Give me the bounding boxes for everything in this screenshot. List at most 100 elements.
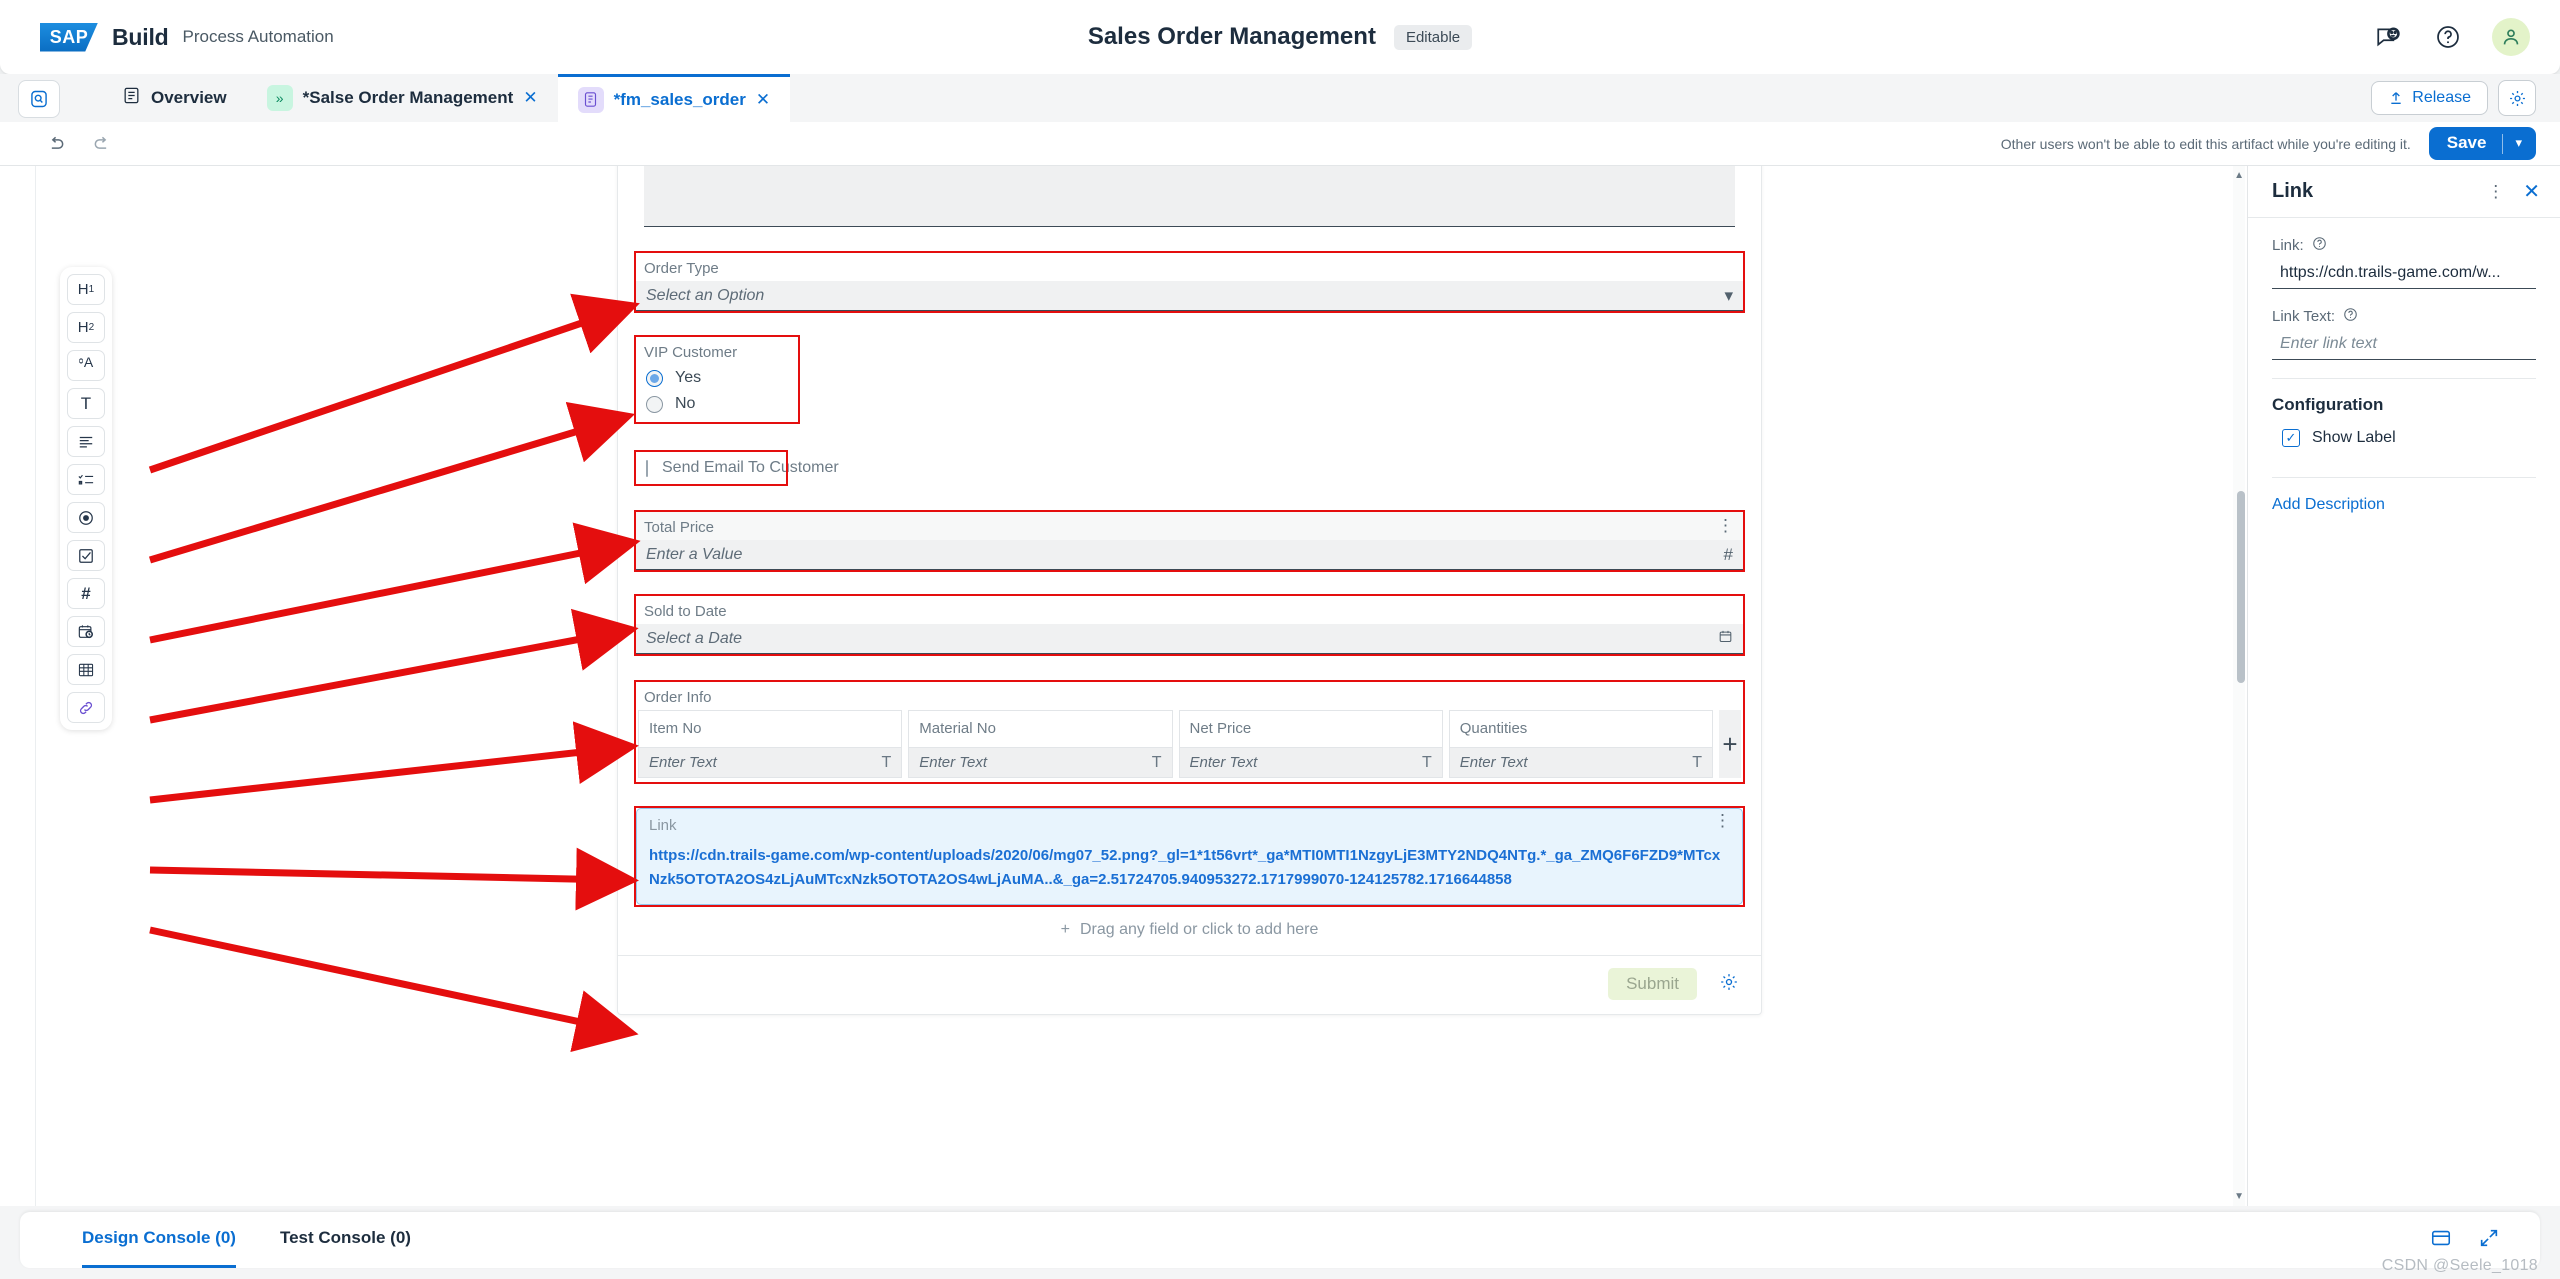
table-column-net-price[interactable]: Net Price Enter Text T [1178,710,1443,778]
more-options-icon[interactable]: ⋮ [1717,512,1743,534]
field-total-price-input[interactable]: Enter a Value # [636,540,1743,570]
tab-close-icon[interactable]: ✕ [756,90,770,110]
scroll-up-icon[interactable]: ▲ [2234,170,2244,181]
configuration-title: Configuration [2272,395,2384,414]
field-order-info-table[interactable]: Order Info Item No Enter Text T Material… [634,680,1745,784]
brand[interactable]: SAP Build Process Automation [0,22,334,52]
tab-salse-order-management[interactable]: » *Salse Order Management ✕ [247,74,558,122]
table-column-quantities-header: Quantities [1459,720,1528,737]
avatar[interactable] [2492,18,2530,56]
paragraph-icon[interactable]: ᭜A [67,350,105,381]
submit-button[interactable]: Submit [1608,968,1697,1000]
heading-2-icon[interactable]: H2 [67,312,105,343]
help-circle-icon[interactable] [2343,307,2358,326]
release-button[interactable]: Release [2371,81,2488,115]
tab-overview-label: Overview [151,88,227,107]
field-order-type-input[interactable]: Select an Option ▾ [636,281,1743,311]
form-footer: Submit [618,955,1761,1014]
radio-selected-icon[interactable] [646,369,663,387]
table-field-icon[interactable] [67,654,105,685]
tab-close-icon[interactable]: ✕ [523,88,537,108]
radio-option-no[interactable]: No [636,391,798,422]
tab-overview[interactable]: Overview [102,74,247,122]
calendar-icon[interactable] [1718,629,1733,649]
tab-bar: Overview » *Salse Order Management ✕ *fm… [0,74,2560,122]
canvas-left-rail [0,166,36,1206]
product-name: Build [112,23,169,50]
save-button-group[interactable]: Save ▾ [2428,127,2536,160]
feedback-icon[interactable] [2372,21,2404,53]
field-link-widget-outline: Link ⋮ https://cdn.trails-game.com/wp-co… [634,806,1745,907]
tab-bar-actions: Release [2371,80,2560,122]
gear-icon[interactable] [1719,972,1739,997]
undo-redo-group [0,130,116,158]
table-cell-item-no[interactable]: Enter Text T [639,747,902,777]
tab-test-console[interactable]: Test Console (0) [258,1212,433,1268]
canvas-scroll-thumb[interactable] [2237,491,2245,683]
canvas-scrollbar[interactable]: ▲ ▼ [2233,166,2245,1206]
more-options-icon[interactable]: ⋮ [1714,812,1732,829]
add-description-button[interactable]: Add Description [2272,496,2536,514]
drop-zone[interactable]: + Drag any field or click to add here [636,905,1743,955]
close-icon[interactable]: ✕ [2523,179,2540,204]
link-field-icon[interactable] [67,692,105,723]
table-cell-material-no[interactable]: Enter Text T [909,747,1172,777]
field-send-email-row[interactable]: Send Email To Customer [636,452,839,484]
table-add-row-button[interactable]: + [1719,710,1741,778]
field-order-type[interactable]: Order Type Select an Option ▾ [634,251,1745,313]
date-field-icon[interactable] [67,616,105,647]
tab-design-console[interactable]: Design Console (0) [60,1212,258,1268]
chevron-down-icon[interactable]: ▾ [1724,286,1733,306]
table-cell-quantities[interactable]: Enter Text T [1449,747,1712,777]
help-circle-icon[interactable] [2312,236,2327,255]
radio-option-yes[interactable]: Yes [636,365,798,391]
gear-icon[interactable] [2498,80,2536,116]
field-link-widget-url[interactable]: https://cdn.trails-game.com/wp-content/u… [649,844,1730,892]
chevron-down-icon[interactable]: ▾ [2503,129,2536,158]
field-vip-customer[interactable]: VIP Customer Yes No [634,335,800,424]
checkbox-checked-icon[interactable]: ✓ [2282,429,2300,447]
text-area-icon[interactable] [67,426,105,457]
field-total-price-placeholder: Enter a Value [646,545,743,563]
checkbox-unchecked-icon[interactable] [646,459,648,477]
text-field-icon[interactable]: T [67,388,105,419]
radio-unselected-icon[interactable] [646,395,663,413]
field-vip-customer-label: VIP Customer [644,344,738,361]
radio-option-no-label: No [675,395,696,412]
expand-icon[interactable] [2478,1227,2500,1254]
field-link-widget[interactable]: Link ⋮ https://cdn.trails-game.com/wp-co… [636,808,1743,905]
panel-layout-icon[interactable] [2430,1227,2452,1254]
form-fields: Order Type Select an Option ▾ VIP Custom… [618,166,1761,955]
save-button[interactable]: Save [2429,127,2503,160]
scroll-down-icon[interactable]: ▼ [2234,1191,2244,1202]
redo-icon[interactable] [88,130,116,158]
number-field-icon[interactable]: # [67,578,105,609]
field-order-info-label: Order Info [644,689,712,706]
show-label-text: Show Label [2312,429,2396,446]
field-total-price[interactable]: Total Price ⋮ Enter a Value # [634,510,1745,572]
page-title: Sales Order Management [1087,23,1376,50]
link-text-input[interactable]: Enter link text [2272,332,2536,360]
table-column-item-no[interactable]: Item No Enter Text T [638,710,903,778]
properties-body: Link: https://cdn.trails-game.com/w... L… [2248,218,2560,514]
link-url-input[interactable]: https://cdn.trails-game.com/w... [2272,261,2536,289]
checkbox-field-icon[interactable] [67,540,105,571]
more-options-icon[interactable]: ⋮ [2487,183,2505,200]
status-badge: Editable [1393,24,1473,50]
field-send-email[interactable]: Send Email To Customer [634,450,839,486]
table-cell-net-price[interactable]: Enter Text T [1179,747,1442,777]
table-column-quantities[interactable]: Quantities Enter Text T [1448,710,1713,778]
show-label-row[interactable]: ✓ Show Label [2272,429,2536,447]
field-sold-to-date-input[interactable]: Select a Date [636,624,1743,654]
help-icon[interactable] [2432,21,2464,53]
field-sold-to-date[interactable]: Sold to Date Select a Date [634,594,1745,656]
table-column-material-no[interactable]: Material No Enter Text T [908,710,1173,778]
heading-1-icon[interactable]: H1 [67,274,105,305]
list-field-icon[interactable] [67,464,105,495]
radio-group-icon[interactable] [67,502,105,533]
form-card: Order Type Select an Option ▾ VIP Custom… [617,166,1762,1015]
shell-actions [2372,0,2530,74]
undo-icon[interactable] [42,130,70,158]
tab-fm-sales-order[interactable]: *fm_sales_order ✕ [557,74,791,122]
search-artifact-icon[interactable] [18,80,60,118]
